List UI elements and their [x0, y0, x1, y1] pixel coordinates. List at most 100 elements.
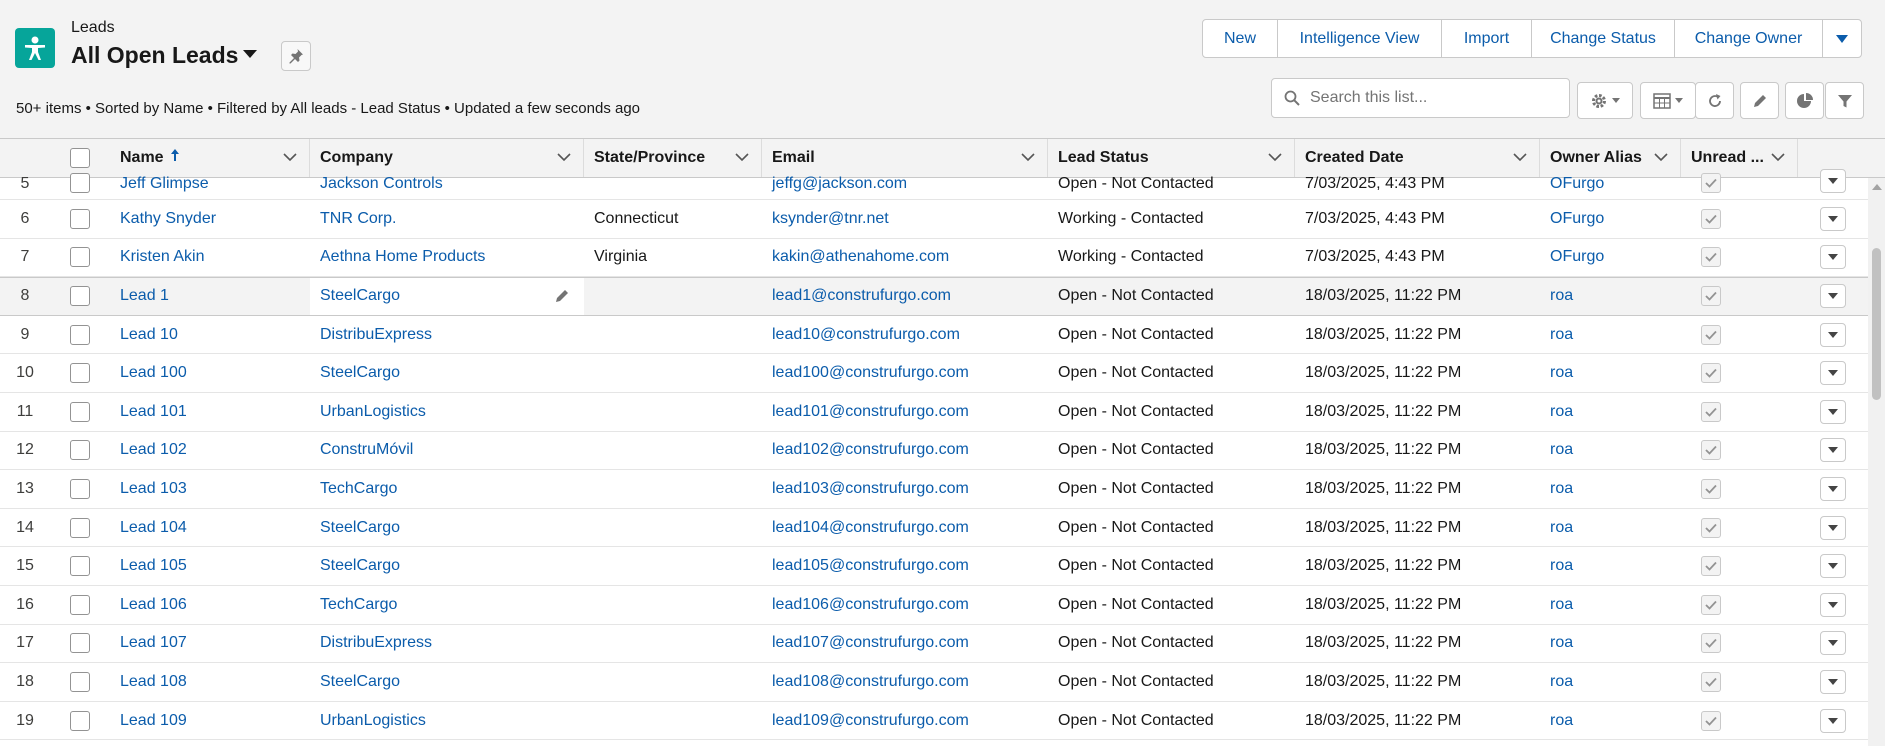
select-all-checkbox[interactable] — [70, 148, 90, 168]
owner-alias-link[interactable]: OFurgo — [1540, 248, 1681, 266]
lead-name-link[interactable]: Lead 109 — [110, 712, 310, 730]
lead-name-link[interactable]: Lead 1 — [110, 287, 310, 305]
company-link[interactable]: SteelCargo — [320, 557, 400, 575]
row-checkbox[interactable] — [70, 594, 90, 615]
inline-edit-button[interactable] — [1740, 82, 1779, 119]
lead-name-link[interactable]: Lead 107 — [110, 634, 310, 652]
row-actions-button[interactable] — [1820, 169, 1846, 193]
company-link[interactable]: TechCargo — [320, 596, 397, 614]
owner-alias-link[interactable]: roa — [1540, 634, 1681, 652]
owner-alias-link[interactable]: roa — [1540, 441, 1681, 459]
lead-name-link[interactable]: Lead 105 — [110, 557, 310, 575]
email-link[interactable]: lead10@construfurgo.com — [762, 326, 1048, 344]
company-cell[interactable]: SteelCargo — [310, 663, 584, 701]
email-link[interactable]: lead109@construfurgo.com — [762, 712, 1048, 730]
email-link[interactable]: lead103@construfurgo.com — [762, 480, 1048, 498]
company-cell[interactable]: TNR Corp. — [310, 200, 584, 238]
row-actions-button[interactable] — [1820, 708, 1846, 733]
owner-alias-link[interactable]: roa — [1540, 403, 1681, 421]
row-actions-button[interactable] — [1820, 438, 1846, 463]
row-checkbox[interactable] — [70, 208, 90, 229]
chevron-down-icon[interactable] — [557, 152, 571, 162]
column-header-email[interactable]: Email — [762, 139, 1048, 177]
lead-name-link[interactable]: Lead 102 — [110, 441, 310, 459]
row-actions-button[interactable] — [1820, 245, 1846, 270]
company-cell[interactable]: SteelCargo — [310, 354, 584, 392]
list-view-switcher-icon[interactable] — [243, 50, 257, 58]
email-link[interactable]: lead1@construfurgo.com — [762, 287, 1048, 305]
lead-name-link[interactable]: Lead 108 — [110, 673, 310, 691]
row-actions-button[interactable] — [1820, 284, 1846, 309]
lead-name-link[interactable]: Jeff Glimpse — [110, 175, 310, 199]
import-button[interactable]: Import — [1442, 20, 1532, 57]
more-actions-button[interactable] — [1823, 20, 1861, 57]
lead-name-link[interactable]: Lead 106 — [110, 596, 310, 614]
chevron-down-icon[interactable] — [735, 152, 749, 162]
lead-name-link[interactable]: Kristen Akin — [110, 248, 310, 266]
company-cell[interactable]: TechCargo — [310, 470, 584, 508]
company-cell[interactable]: Jackson Controls — [310, 175, 584, 199]
chevron-down-icon[interactable] — [283, 152, 297, 162]
filter-button[interactable] — [1825, 82, 1864, 119]
lead-name-link[interactable]: Lead 104 — [110, 519, 310, 537]
column-header-name[interactable]: Name — [110, 139, 310, 177]
row-checkbox[interactable] — [70, 478, 90, 499]
column-header-status[interactable]: Lead Status — [1048, 139, 1295, 177]
row-actions-button[interactable] — [1820, 631, 1846, 656]
search-input[interactable] — [1310, 89, 1550, 107]
row-actions-button[interactable] — [1820, 476, 1846, 501]
company-link[interactable]: SteelCargo — [320, 519, 400, 537]
email-link[interactable]: lead105@construfurgo.com — [762, 557, 1048, 575]
owner-alias-link[interactable]: roa — [1540, 480, 1681, 498]
refresh-button[interactable] — [1695, 82, 1734, 119]
company-cell[interactable]: DistribuExpress — [310, 625, 584, 663]
intelligence-view-button[interactable]: Intelligence View — [1278, 20, 1442, 57]
company-cell[interactable]: TechCargo — [310, 586, 584, 624]
email-link[interactable]: ksynder@tnr.net — [762, 210, 1048, 228]
scroll-up-icon[interactable] — [1872, 184, 1882, 190]
lead-name-link[interactable]: Lead 103 — [110, 480, 310, 498]
company-cell[interactable]: SteelCargo — [310, 547, 584, 585]
lead-name-link[interactable]: Kathy Snyder — [110, 210, 310, 228]
owner-alias-link[interactable]: roa — [1540, 519, 1681, 537]
company-cell[interactable]: SteelCargo — [310, 509, 584, 547]
company-link[interactable]: SteelCargo — [320, 287, 400, 305]
owner-alias-link[interactable]: roa — [1540, 326, 1681, 344]
lead-name-link[interactable]: Lead 10 — [110, 326, 310, 344]
company-link[interactable]: TNR Corp. — [320, 210, 396, 228]
row-actions-button[interactable] — [1820, 592, 1846, 617]
lead-name-link[interactable]: Lead 101 — [110, 403, 310, 421]
owner-alias-link[interactable]: roa — [1540, 287, 1681, 305]
owner-alias-link[interactable]: roa — [1540, 596, 1681, 614]
row-actions-button[interactable] — [1820, 399, 1846, 424]
company-link[interactable]: UrbanLogistics — [320, 712, 426, 730]
email-link[interactable]: lead104@construfurgo.com — [762, 519, 1048, 537]
owner-alias-link[interactable]: roa — [1540, 673, 1681, 691]
new-button[interactable]: New — [1203, 20, 1278, 57]
row-actions-button[interactable] — [1820, 206, 1846, 231]
company-link[interactable]: SteelCargo — [320, 673, 400, 691]
company-link[interactable]: ConstruMóvil — [320, 441, 413, 459]
email-link[interactable]: lead101@construfurgo.com — [762, 403, 1048, 421]
scrollbar-thumb[interactable] — [1872, 248, 1881, 400]
row-checkbox[interactable] — [70, 710, 90, 731]
row-checkbox[interactable] — [70, 671, 90, 692]
row-actions-button[interactable] — [1820, 515, 1846, 540]
row-actions-button[interactable] — [1820, 322, 1846, 347]
company-cell[interactable]: UrbanLogistics — [310, 702, 584, 740]
row-checkbox[interactable] — [70, 324, 90, 345]
company-cell[interactable]: SteelCargo — [310, 278, 584, 315]
email-link[interactable]: lead102@construfurgo.com — [762, 441, 1048, 459]
column-header-company[interactable]: Company — [310, 139, 584, 177]
chevron-down-icon[interactable] — [1513, 152, 1527, 162]
change-status-button[interactable]: Change Status — [1532, 20, 1675, 57]
row-checkbox[interactable] — [70, 247, 90, 268]
pin-list-button[interactable] — [281, 41, 311, 71]
row-actions-button[interactable] — [1820, 361, 1846, 386]
row-checkbox[interactable] — [70, 363, 90, 384]
owner-alias-link[interactable]: OFurgo — [1540, 175, 1681, 199]
change-owner-button[interactable]: Change Owner — [1675, 20, 1823, 57]
display-as-button[interactable] — [1640, 82, 1696, 119]
row-checkbox[interactable] — [70, 440, 90, 461]
company-cell[interactable]: ConstruMóvil — [310, 432, 584, 470]
